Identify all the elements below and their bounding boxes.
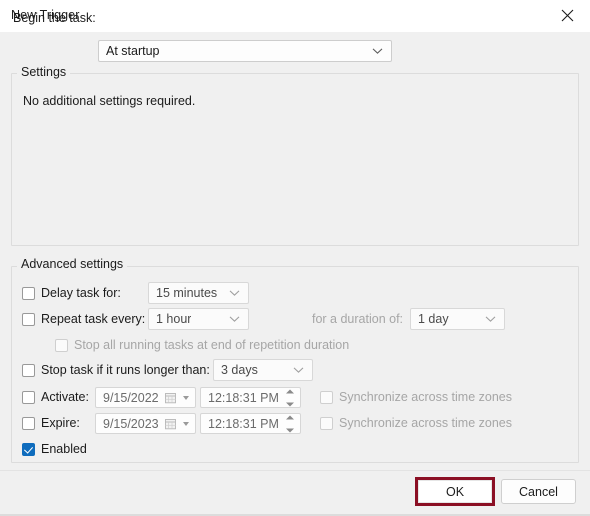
repeat-task-checkbox[interactable] (22, 313, 35, 326)
expire-time-value: 12:18:31 PM (208, 416, 279, 431)
ok-button[interactable]: OK (418, 480, 492, 503)
duration-label: for a duration of: (312, 312, 404, 326)
settings-message: No additional settings required. (23, 94, 196, 108)
spinner-down-icon[interactable] (286, 428, 294, 432)
stop-task-longer-value: 3 days (221, 363, 258, 377)
time-spinner[interactable] (284, 415, 296, 432)
advanced-group-legend: Advanced settings (17, 257, 128, 271)
activate-sync-timezones-label: Synchronize across time zones (339, 390, 512, 404)
ok-button-highlight: OK (415, 477, 495, 506)
delay-task-checkbox[interactable] (22, 287, 35, 300)
activate-date-value: 9/15/2022 (103, 390, 159, 405)
stop-task-longer-combobox[interactable]: 3 days (213, 359, 313, 381)
new-trigger-dialog: New Trigger Begin the task: At startup S… (0, 0, 590, 516)
spinner-up-icon[interactable] (286, 389, 294, 393)
begin-task-label: Begin the task: (13, 11, 96, 25)
begin-task-combobox[interactable]: At startup (98, 40, 392, 62)
stop-task-longer-label: Stop task if it runs longer than: (41, 363, 210, 377)
enabled-checkbox[interactable] (22, 443, 35, 456)
activate-date-field[interactable]: 9/15/2022 (95, 387, 196, 408)
repeat-task-label: Repeat task every: (41, 312, 146, 326)
activate-time-field[interactable]: 12:18:31 PM (200, 387, 301, 408)
expire-date-value: 9/15/2023 (103, 416, 159, 431)
stop-task-longer-checkbox[interactable] (22, 364, 35, 377)
expire-time-field[interactable]: 12:18:31 PM (200, 413, 301, 434)
chevron-down-icon (229, 316, 240, 323)
duration-value: 1 day (418, 312, 449, 326)
duration-combobox[interactable]: 1 day (410, 308, 505, 330)
settings-group-legend: Settings (17, 65, 71, 79)
expire-checkbox[interactable] (22, 417, 35, 430)
stop-all-running-tasks-checkbox[interactable] (55, 339, 68, 352)
repeat-task-value: 1 hour (156, 312, 192, 326)
close-button[interactable] (544, 0, 590, 31)
chevron-down-icon (372, 48, 383, 55)
date-dropdown-arrow-icon[interactable] (183, 395, 189, 400)
expire-date-field[interactable]: 9/15/2023 (95, 413, 196, 434)
delay-task-combobox[interactable]: 15 minutes (148, 282, 249, 304)
enabled-label: Enabled (41, 442, 87, 456)
chevron-down-icon (229, 290, 240, 297)
begin-task-value: At startup (106, 44, 160, 58)
activate-label: Activate: (41, 390, 89, 404)
repeat-task-combobox[interactable]: 1 hour (148, 308, 249, 330)
expire-label: Expire: (41, 416, 80, 430)
activate-sync-timezones-checkbox[interactable] (320, 391, 333, 404)
stop-all-running-tasks-label: Stop all running tasks at end of repetit… (74, 338, 350, 352)
spinner-down-icon[interactable] (286, 402, 294, 406)
chevron-down-icon (485, 316, 496, 323)
close-icon (561, 9, 574, 22)
date-dropdown-arrow-icon[interactable] (183, 421, 189, 426)
expire-sync-timezones-label: Synchronize across time zones (339, 416, 512, 430)
delay-task-value: 15 minutes (156, 286, 218, 300)
delay-task-label: Delay task for: (41, 286, 121, 300)
footer-separator (0, 470, 590, 471)
activate-time-value: 12:18:31 PM (208, 390, 279, 405)
spinner-up-icon[interactable] (286, 415, 294, 419)
activate-checkbox[interactable] (22, 391, 35, 404)
chevron-down-icon (293, 367, 304, 374)
expire-sync-timezones-checkbox[interactable] (320, 417, 333, 430)
cancel-button[interactable]: Cancel (501, 479, 576, 504)
calendar-icon[interactable] (165, 392, 176, 403)
time-spinner[interactable] (284, 389, 296, 406)
calendar-icon[interactable] (165, 418, 176, 429)
